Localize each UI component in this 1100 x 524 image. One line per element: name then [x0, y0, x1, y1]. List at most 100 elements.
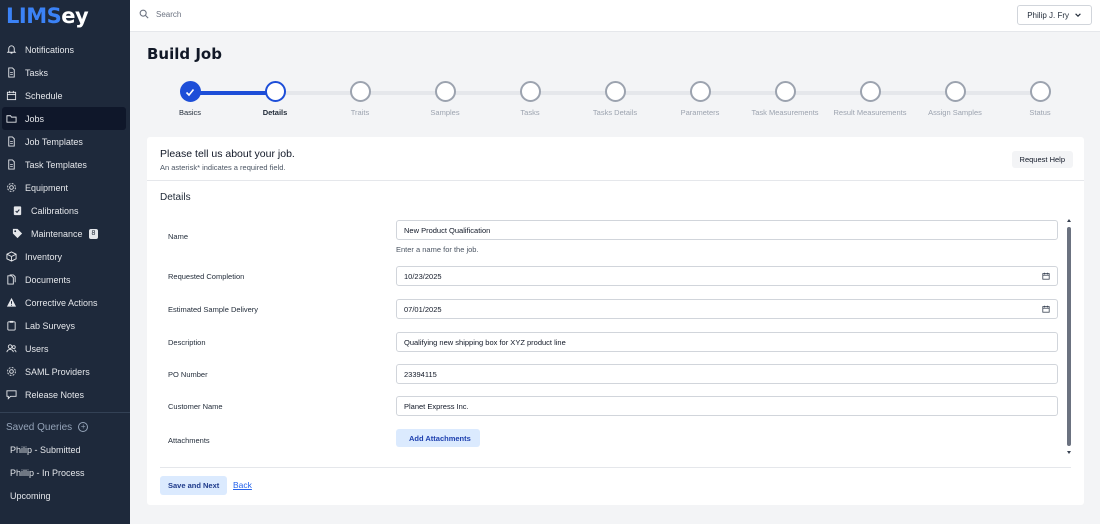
po-number-label: PO Number [168, 370, 208, 379]
sidebar-item-job-templates[interactable]: Job Templates [0, 130, 126, 153]
step-basics[interactable]: Basics [147, 81, 233, 117]
saved-queries-label: Saved Queries [6, 421, 73, 433]
sidebar-item-corrective-actions[interactable]: Corrective Actions [0, 291, 126, 314]
calendar-icon[interactable] [1042, 272, 1050, 280]
scroll-down-arrow[interactable] [1067, 451, 1071, 454]
user-name: Philip J. Fry [1027, 10, 1069, 20]
form-scrollbar[interactable] [1067, 219, 1071, 455]
sidebar-item-calibrations[interactable]: Calibrations [0, 199, 126, 222]
requested-completion-input[interactable]: 10/23/2025 [396, 266, 1058, 286]
sidebar-item-inventory[interactable]: Inventory [0, 245, 126, 268]
step-result-measurements[interactable]: Result Measurements [827, 81, 913, 117]
step-task-measurements[interactable]: Task Measurements [742, 81, 828, 117]
search-icon [139, 9, 149, 19]
sidebar-item-label: Release Notes [25, 389, 85, 400]
sidebar-item-task-templates[interactable]: Task Templates [0, 153, 126, 176]
saved-query-item[interactable]: Upcoming [0, 484, 130, 507]
po-number-input[interactable]: 23394115 [396, 364, 1058, 384]
step-label: Details [262, 108, 288, 117]
document-icon [6, 67, 17, 78]
sidebar-item-tasks[interactable]: Tasks [0, 61, 126, 84]
sidebar-item-saml-providers[interactable]: SAML Providers [0, 360, 126, 383]
description-value: Qualifying new shipping box for XYZ prod… [404, 337, 566, 347]
sidebar-divider [0, 412, 130, 413]
sidebar-item-label: Lab Surveys [25, 320, 76, 331]
tag-icon [12, 228, 23, 239]
save-and-next-button[interactable]: Save and Next [160, 476, 228, 495]
step-label: Basics [178, 108, 202, 117]
name-hint: Enter a name for the job. [396, 245, 479, 254]
step-traits[interactable]: Traits [317, 81, 403, 117]
sidebar-item-label: Task Templates [25, 159, 87, 170]
sidebar-item-users[interactable]: Users [0, 337, 126, 360]
gear-icon [6, 182, 17, 193]
add-query-icon[interactable]: + [78, 422, 89, 432]
step-label: Traits [350, 108, 370, 117]
step-circle [264, 81, 286, 102]
name-value: New Product Qualification [404, 225, 491, 235]
add-attachments-button[interactable]: Add Attachments [396, 429, 480, 447]
step-label: Tasks Details [592, 108, 638, 117]
back-link[interactable]: Back [233, 480, 252, 490]
sidebar-item-schedule[interactable]: Schedule [0, 84, 126, 107]
estimated-delivery-input[interactable]: 07/01/2025 [396, 299, 1058, 319]
name-input[interactable]: New Product Qualification [396, 220, 1058, 240]
step-details[interactable]: Details [232, 81, 318, 117]
step-circle [859, 81, 881, 102]
scroll-up-arrow[interactable] [1067, 219, 1071, 222]
sidebar-nav: Notifications Tasks Schedule Jobs Job Templa… [0, 32, 130, 406]
step-parameters[interactable]: Parameters [657, 81, 743, 117]
step-circle [604, 81, 626, 102]
user-menu-button[interactable]: Philip J. Fry [1017, 5, 1092, 25]
sidebar: LIMSey Notifications Tasks Schedule Jobs Job… [0, 0, 130, 524]
customer-name-input[interactable]: Planet Express Inc. [396, 396, 1058, 416]
app-logo[interactable]: LIMSey [0, 0, 130, 32]
description-input[interactable]: Qualifying new shipping box for XYZ prod… [396, 332, 1058, 352]
warning-icon [6, 297, 17, 308]
customer-name-value: Planet Express Inc. [404, 401, 469, 411]
gear-icon [6, 366, 17, 377]
sidebar-item-label: Job Templates [25, 136, 83, 147]
step-tasks-details[interactable]: Tasks Details [572, 81, 658, 117]
bell-icon [6, 44, 17, 55]
step-status[interactable]: Status [997, 81, 1083, 117]
document-icon [6, 159, 17, 170]
sidebar-item-label: Tasks [25, 67, 49, 78]
folder-icon [6, 113, 17, 124]
saved-query-item[interactable]: Philip - Submitted [0, 438, 130, 461]
sidebar-item-jobs[interactable]: Jobs [2, 107, 126, 130]
card-subtitle: An asterisk* indicates a required field. [160, 163, 286, 172]
sidebar-item-maintenance[interactable]: Maintenance 8 [0, 222, 126, 245]
customer-name-label: Customer Name [168, 402, 223, 411]
attachments-label: Attachments [168, 436, 210, 445]
sidebar-item-lab-surveys[interactable]: Lab Surveys [0, 314, 126, 337]
saved-queries-list: Philip - Submitted Phillip - In Process Up… [0, 438, 130, 507]
po-number-value: 23394115 [404, 369, 437, 379]
sidebar-item-label: Maintenance [31, 228, 83, 239]
saved-query-item[interactable]: Phillip - In Process [0, 461, 130, 484]
top-bar: Philip J. Fry [130, 0, 1100, 32]
step-samples[interactable]: Samples [402, 81, 488, 117]
scrollbar-thumb[interactable] [1067, 227, 1071, 446]
search-input[interactable] [156, 9, 356, 19]
search-box [139, 9, 356, 19]
step-label: Task Measurements [751, 108, 819, 117]
description-label: Description [168, 338, 206, 347]
step-circle [434, 81, 456, 102]
sidebar-item-documents[interactable]: Documents [0, 268, 126, 291]
sidebar-item-equipment[interactable]: Equipment [0, 176, 126, 199]
step-assign-samples[interactable]: Assign Samples [912, 81, 998, 117]
sidebar-item-notifications[interactable]: Notifications [0, 38, 126, 61]
calendar-icon[interactable] [1042, 305, 1050, 313]
chevron-down-icon [1075, 13, 1081, 17]
request-help-button[interactable]: Request Help [1011, 151, 1073, 168]
estimated-delivery-value: 07/01/2025 [404, 304, 442, 314]
card-title: Please tell us about your job. [160, 148, 295, 160]
step-label: Assign Samples [928, 108, 982, 117]
sidebar-item-label: Notifications [25, 44, 75, 55]
step-tasks[interactable]: Tasks [487, 81, 573, 117]
step-circle [1029, 81, 1051, 102]
step-complete-icon [179, 81, 201, 102]
step-circle [774, 81, 796, 102]
sidebar-item-release-notes[interactable]: Release Notes [0, 383, 126, 406]
